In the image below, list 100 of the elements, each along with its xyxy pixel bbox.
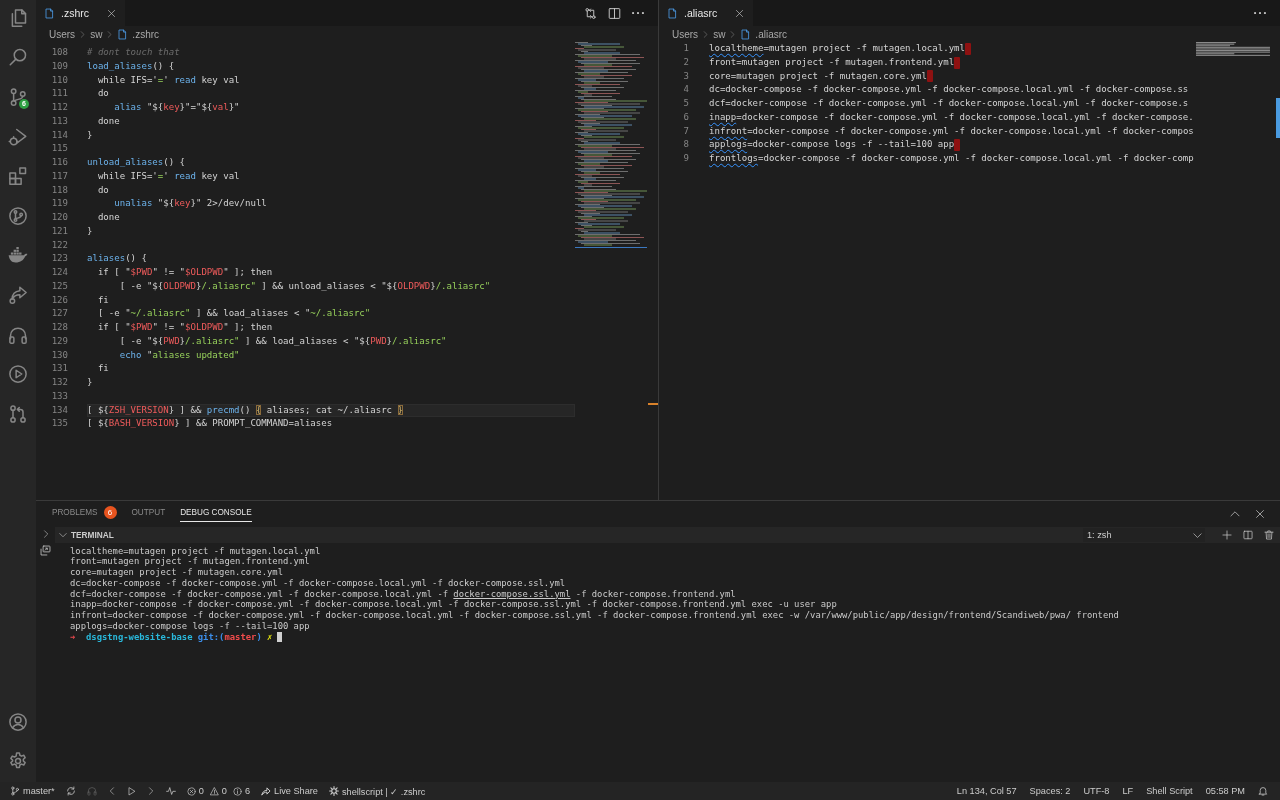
status-item[interactable]: Ln 134, Col 57 — [956, 786, 1017, 796]
headphones-icon[interactable] — [8, 324, 28, 345]
more-icon[interactable] — [1254, 11, 1266, 15]
code-line: if [ "$PWD" != "$OLDPWD" ]; then — [96, 321, 273, 334]
plus-icon[interactable] — [1222, 530, 1232, 540]
status-item[interactable]: Spaces: 2 — [1029, 786, 1071, 796]
branch-status[interactable]: master* — [10, 786, 55, 796]
editor-tab[interactable]: .aliasrc — [659, 0, 754, 26]
language-status[interactable]: shellscript | ✓ .zshrc — [328, 785, 426, 797]
branch-icon — [10, 786, 20, 796]
breadcrumb[interactable]: .aliasrc — [740, 28, 788, 40]
line-number: 6 — [683, 111, 689, 122]
terminal-select[interactable]: 1: zsh — [1083, 528, 1205, 542]
file-icon — [44, 7, 55, 19]
split-editor-icon[interactable] — [608, 6, 621, 20]
code-line: alias "${key}"="${val}" — [113, 101, 240, 114]
line-number: 127 — [51, 308, 68, 319]
terminal-line: ➜ dsgstng-website-base git:(master) ✗ — [70, 631, 273, 643]
code-line: done — [96, 211, 120, 224]
status-item[interactable]: Shell Script — [1146, 786, 1193, 796]
line-number: 116 — [51, 157, 68, 167]
code-line: core=mutagen project -f mutagen.core.yml — [709, 69, 927, 83]
code-line: } — [87, 224, 93, 238]
code-line: # dont touch that — [87, 46, 180, 59]
play-circle-icon[interactable] — [8, 364, 28, 385]
line-number: 5 — [683, 98, 689, 108]
code-line: [ ${BASH_VERSION} ] && PROMPT_COMMAND=aliases — [87, 417, 333, 431]
line-number: 121 — [51, 225, 68, 236]
code-line: fi — [96, 362, 109, 376]
breadcrumb[interactable]: sw — [90, 28, 103, 40]
line-number: 125 — [51, 280, 68, 291]
line-number: 131 — [51, 363, 68, 374]
close-icon[interactable] — [107, 8, 116, 18]
search-icon[interactable] — [8, 47, 28, 68]
breadcrumb[interactable]: .zshrc — [117, 28, 160, 40]
code-line: applogs=docker-compose logs -f --tail=100 app — [709, 138, 955, 152]
line-number: 114 — [51, 129, 68, 140]
play-icon[interactable] — [126, 786, 136, 796]
file-icon — [667, 7, 678, 19]
code-line: infront=docker-compose -f docker-compose.yml -f docker-compose.local.yml -f docker-compos — [709, 124, 1194, 138]
share-arrow-icon — [261, 786, 272, 796]
code-line: do — [96, 183, 109, 197]
panel-tab[interactable]: OUTPUT — [131, 501, 166, 522]
live-share-status[interactable]: Live Share — [261, 786, 318, 796]
chevron-up-icon[interactable] — [1230, 509, 1240, 519]
code-line: } — [87, 128, 93, 142]
pulse-icon[interactable] — [165, 786, 176, 796]
chevron-left-icon[interactable] — [107, 787, 116, 795]
chevron-icon — [729, 30, 737, 38]
status-item[interactable]: 05:58 PM — [1205, 786, 1245, 796]
branch-arrow-icon[interactable] — [8, 403, 28, 424]
close-icon[interactable] — [735, 8, 745, 18]
trash-icon[interactable] — [1264, 530, 1274, 540]
code-line: inapp=docker-compose -f docker-compose.yml -f docker-compose.local.yml -f docker-compose. — [709, 110, 1194, 124]
share-arrow-icon[interactable] — [8, 284, 28, 305]
code-line: dc=docker-compose -f docker-compose.yml -f docker-compose.local.yml -f docker-compose.ss — [709, 83, 1189, 97]
caret-icon — [1193, 530, 1202, 540]
window-icon[interactable] — [40, 545, 51, 556]
panel-tab[interactable]: PROBLEMS 6 — [52, 501, 117, 522]
editor-tab[interactable]: .zshrc — [36, 0, 125, 26]
code-line: if [ "$PWD" != "$OLDPWD" ]; then — [96, 266, 273, 279]
more-icon[interactable] — [632, 11, 644, 15]
breadcrumb[interactable]: Users — [672, 28, 699, 40]
terminal-line: inapp=docker-compose -f docker-compose.yml -f docker-compose.local.yml -f docker-compose.ssl.yml -f docker-compose.frontend.yml exec -u user app — [70, 599, 837, 611]
chevron-icon — [702, 30, 710, 38]
code-line: fi — [96, 293, 109, 307]
line-number: 117 — [51, 170, 68, 181]
bell-icon[interactable] — [1258, 786, 1268, 796]
breadcrumb[interactable]: sw — [713, 28, 726, 40]
file-icon — [117, 28, 129, 40]
section-toggle[interactable]: TERMINAL — [59, 530, 114, 540]
branch-icon[interactable] — [8, 87, 28, 107]
terminal-line: applogs=docker-compose logs -f --tail=100 app — [70, 620, 310, 632]
code-line: do — [96, 87, 109, 101]
split-icon[interactable] — [1243, 530, 1253, 540]
terminal-line: infront=docker-compose -f docker-compose.yml -f docker-compose.local.yml -f docker-compose.ssl.yml -f docker-compose.frontend.yml exec -w /var/www/public/app/design/frontend/Scandiweb/pwa/ frontend — [70, 610, 1119, 621]
line-number: 9 — [683, 153, 689, 163]
account-icon[interactable] — [8, 711, 28, 732]
chevron-right-icon[interactable] — [146, 787, 155, 795]
line-number: 130 — [51, 349, 68, 360]
play-bug-icon[interactable] — [8, 126, 28, 147]
blocks-icon[interactable] — [8, 166, 28, 187]
line-number: 135 — [51, 418, 68, 429]
sync-icon[interactable] — [65, 786, 76, 796]
compare-icon[interactable] — [584, 6, 597, 20]
panel-tab[interactable]: DEBUG CONSOLE — [180, 501, 252, 522]
chevron-right-icon[interactable] — [41, 530, 50, 538]
branch-circle-icon[interactable] — [8, 205, 28, 226]
code-line: [ ${ZSH_VERSION} ] && precmd() { aliases; cat ~/.aliasrc } — [87, 403, 403, 417]
status-item[interactable]: UTF-8 — [1083, 786, 1110, 796]
status-item[interactable]: LF — [1122, 786, 1134, 796]
close-icon[interactable] — [1255, 509, 1265, 519]
code-line: unalias "${key}" 2>/dev/null — [113, 197, 267, 211]
count-badge: 6 — [103, 506, 117, 519]
code-line: unload_aliases() { — [87, 156, 186, 169]
terminal-line: dc=docker-compose -f docker-compose.yml -f docker-compose.local.yml -f docker-compose.ssl.yml — [70, 577, 566, 589]
breadcrumb[interactable]: Users — [49, 28, 76, 40]
problems-status[interactable]: 0 0 6 — [186, 786, 251, 796]
chevron-down-icon — [59, 531, 67, 539]
code-line: frontlogs=docker-compose -f docker-compose.yml -f docker-compose.local.yml -f docker-comp — [709, 152, 1194, 165]
